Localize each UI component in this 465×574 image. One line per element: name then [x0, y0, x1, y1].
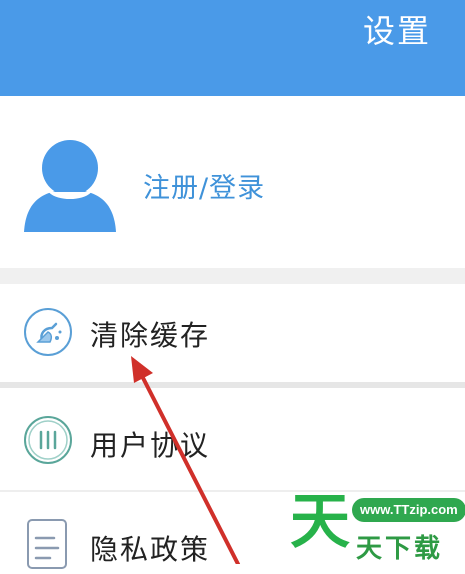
menu-item-user-agreement[interactable]: 用户协议 [0, 388, 465, 486]
menu-item-clear-cache[interactable]: 清除缓存 [0, 284, 465, 382]
watermark-name: 天下载 [356, 534, 444, 564]
section-separator [0, 268, 465, 284]
watermark-logo-char: 天 [290, 487, 350, 557]
document-icon [22, 518, 74, 570]
site-watermark: 天 www.TTzip.com 天下载 [290, 490, 465, 564]
menu-item-label: 清除缓存 [90, 319, 211, 352]
agreement-icon [22, 414, 74, 466]
app-header: 设置 [0, 0, 465, 96]
page-title: 设置 [362, 12, 431, 50]
register-login-link[interactable]: 注册/登录 [143, 166, 265, 205]
avatar-icon[interactable] [20, 134, 120, 234]
menu-item-label: 用户协议 [90, 429, 211, 462]
menu-item-label: 隐私政策 [90, 533, 211, 566]
broom-icon [22, 306, 74, 358]
profile-section[interactable]: 注册/登录 [0, 96, 465, 268]
watermark-url: www.TTzip.com [352, 498, 465, 522]
